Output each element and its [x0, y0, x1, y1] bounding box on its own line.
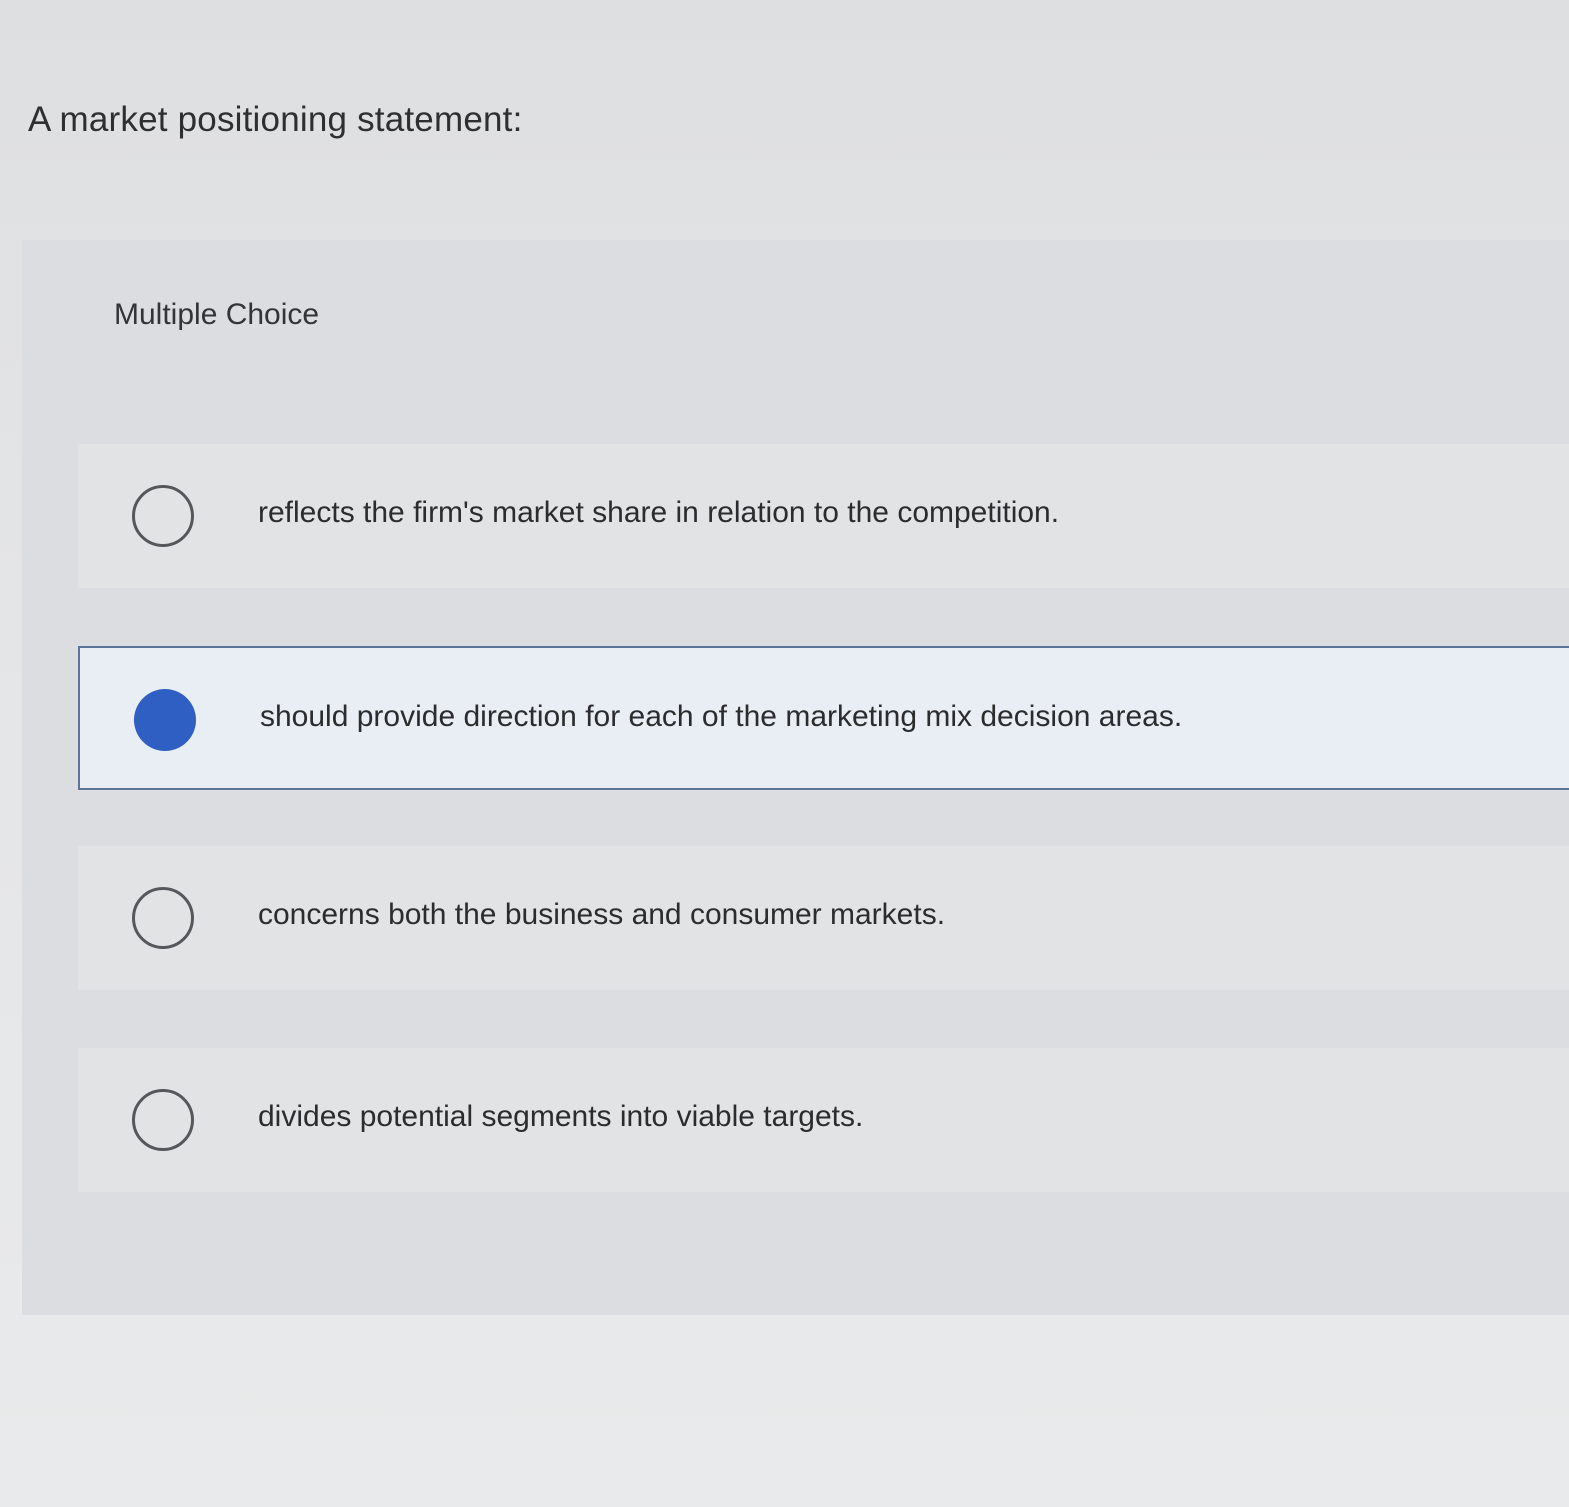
radio-button[interactable]: [132, 887, 194, 949]
radio-button-selected[interactable]: [134, 689, 196, 751]
answer-option-label: concerns both the business and consumer …: [258, 898, 946, 931]
answer-option-4[interactable]: divides potential segments into viable t…: [78, 1048, 1569, 1192]
radio-button[interactable]: [132, 1089, 194, 1151]
answer-option-1[interactable]: reflects the firm's market share in rela…: [78, 444, 1569, 588]
answer-option-label: should provide direction for each of the…: [260, 700, 1183, 733]
question-type-label: Multiple Choice: [114, 298, 320, 331]
answer-option-3[interactable]: concerns both the business and consumer …: [78, 846, 1569, 990]
answer-option-2[interactable]: should provide direction for each of the…: [78, 646, 1569, 790]
answer-option-label: reflects the firm's market share in rela…: [258, 496, 1060, 529]
question-prompt: A market positioning statement:: [28, 100, 523, 139]
radio-button[interactable]: [132, 485, 194, 547]
answer-option-label: divides potential segments into viable t…: [258, 1100, 864, 1133]
